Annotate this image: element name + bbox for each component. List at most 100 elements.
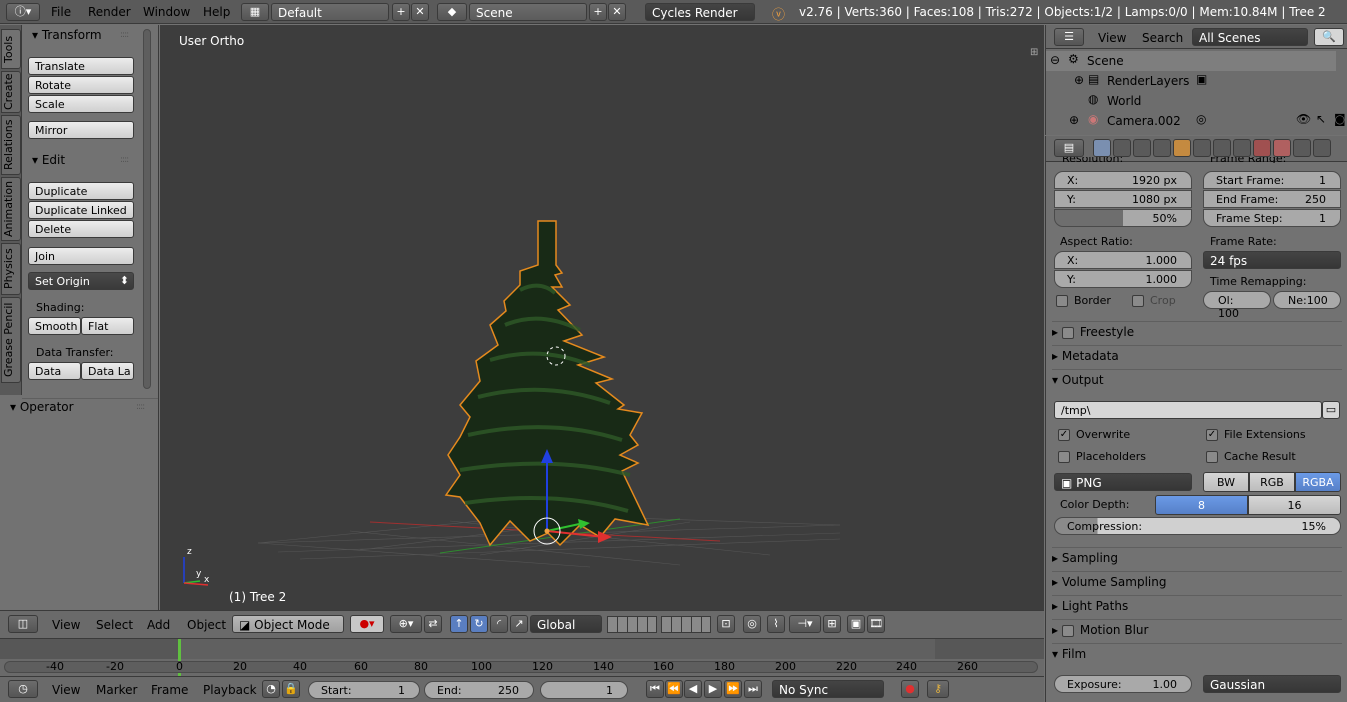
material-tab-icon[interactable] — [1253, 139, 1271, 157]
jump-keyframe-forward-icon[interactable]: ⏩ — [724, 680, 742, 698]
particles-tab-icon[interactable] — [1293, 139, 1311, 157]
data-button[interactable]: Data — [28, 362, 81, 380]
start-frame-field[interactable]: Start: 1 — [308, 681, 420, 699]
tab-create[interactable]: Create — [1, 71, 21, 113]
transform-orientation-dropdown[interactable]: Global — [530, 615, 602, 633]
grip-icon[interactable]: :::: — [120, 30, 129, 40]
resolution-percentage-slider[interactable]: 50% — [1054, 209, 1192, 227]
pixel-filter-dropdown[interactable]: Gaussian — [1203, 675, 1341, 693]
jump-start-icon[interactable]: ⏮ — [646, 680, 664, 698]
menu-file[interactable]: File — [51, 5, 71, 19]
timeline[interactable]: -40 -20 0 20 40 60 80 100 120 140 160 18… — [0, 638, 1044, 677]
color-depth-16-button[interactable]: 16 — [1248, 495, 1341, 515]
placeholders-checkbox[interactable]: Placeholders — [1058, 450, 1146, 463]
editor-type-info-icon[interactable]: ⓘ▾ — [6, 3, 40, 21]
menu-render[interactable]: Render — [88, 5, 131, 19]
crop-checkbox[interactable]: Crop — [1132, 294, 1176, 307]
transform-panel-header[interactable]: ▾ Transform — [32, 28, 102, 42]
data-tab-icon[interactable] — [1233, 139, 1251, 157]
frame-step-field[interactable]: Frame Step: 1 — [1203, 209, 1341, 227]
object-tab-icon[interactable] — [1173, 139, 1191, 157]
collapse-icon[interactable]: ⊖ — [1050, 53, 1060, 67]
manipulator-settings-icon[interactable]: ↗ — [510, 615, 528, 633]
pivot-point-icon[interactable]: ⊕▾ — [390, 615, 422, 633]
object-mode-dropdown[interactable]: ◪ Object Mode — [232, 615, 344, 633]
output-panel-header[interactable]: ▾ Output — [1052, 369, 1342, 391]
freestyle-panel-header[interactable]: ▸ Freestyle — [1052, 321, 1342, 343]
jump-end-icon[interactable]: ⏭ — [744, 680, 762, 698]
visibility-eye-icon[interactable]: 👁 — [1296, 112, 1311, 126]
modifiers-tab-icon[interactable] — [1213, 139, 1231, 157]
constraints-tab-icon[interactable] — [1193, 139, 1211, 157]
aspect-y-field[interactable]: Y: 1.000 — [1054, 270, 1192, 288]
tab-physics[interactable]: Physics — [1, 243, 21, 295]
render-layer-icon[interactable]: ▣ — [1196, 72, 1207, 86]
rotate-manipulator-icon[interactable]: ↻ — [470, 615, 488, 633]
border-checkbox[interactable]: Border — [1056, 294, 1111, 307]
overwrite-checkbox[interactable]: ✓ Overwrite — [1058, 428, 1130, 441]
add-layout-icon[interactable]: + — [392, 3, 410, 21]
color-bw-button[interactable]: BW — [1203, 472, 1249, 492]
duplicate-button[interactable]: Duplicate — [28, 182, 134, 200]
output-path-field[interactable]: /tmp\ — [1054, 401, 1322, 419]
keying-set-icon[interactable]: ⚷ — [927, 680, 949, 698]
exposure-field[interactable]: Exposure: 1.00 — [1054, 675, 1192, 693]
file-format-dropdown[interactable]: ▣ PNG — [1054, 473, 1192, 491]
physics-tab-icon[interactable] — [1313, 139, 1331, 157]
toolshelf-scrollbar[interactable] — [143, 29, 151, 389]
menu-view[interactable]: View — [1098, 31, 1126, 45]
play-icon[interactable]: ▶ — [704, 680, 722, 698]
layer-buttons-1[interactable] — [607, 616, 657, 633]
sync-mode-dropdown[interactable]: No Sync — [772, 680, 884, 698]
render-animation-icon[interactable]: 🎞 — [867, 615, 885, 633]
join-button[interactable]: Join — [28, 247, 134, 265]
proportional-edit-icon[interactable]: ◎ — [743, 615, 761, 633]
operator-panel-header[interactable]: ▾ Operator — [10, 400, 74, 414]
remove-scene-icon[interactable]: ✕ — [608, 3, 626, 21]
add-region-icon[interactable]: ⊞ — [1030, 47, 1038, 58]
color-rgba-button[interactable]: RGBA — [1295, 472, 1341, 492]
render-tab-icon[interactable] — [1093, 139, 1111, 157]
editor-type-outliner-icon[interactable]: ☰ — [1054, 28, 1084, 46]
scale-button[interactable]: Scale — [28, 95, 134, 113]
tab-grease-pencil[interactable]: Grease Pencil — [1, 297, 21, 383]
menu-add[interactable]: Add — [147, 618, 170, 632]
color-rgb-button[interactable]: RGB — [1249, 472, 1295, 492]
lock-layers-icon[interactable]: ⊡ — [717, 615, 735, 633]
resolution-y-field[interactable]: Y: 1080 px — [1054, 190, 1192, 208]
layer-buttons-2[interactable] — [661, 616, 711, 633]
world-tab-icon[interactable] — [1153, 139, 1171, 157]
scene-icon[interactable]: ◆ — [437, 3, 467, 21]
tab-animation[interactable]: Animation — [1, 177, 21, 241]
menu-object[interactable]: Object — [187, 618, 226, 632]
editor-type-timeline-icon[interactable]: ◷ — [8, 680, 38, 698]
volume-sampling-panel-header[interactable]: ▸ Volume Sampling — [1052, 571, 1342, 593]
compression-slider[interactable]: Compression: 15% — [1054, 517, 1341, 535]
menu-view[interactable]: View — [52, 618, 80, 632]
record-icon[interactable]: ● — [901, 680, 919, 698]
folder-icon[interactable]: ▭ — [1322, 401, 1340, 419]
tab-relations[interactable]: Relations — [1, 115, 21, 175]
camera-data-icon[interactable]: ◎ — [1196, 112, 1206, 126]
translate-manipulator-icon[interactable]: ↑ — [450, 615, 468, 633]
screen-layout-dropdown[interactable]: Default — [271, 3, 389, 21]
color-depth-8-button[interactable]: 8 — [1155, 495, 1248, 515]
end-frame-field[interactable]: End: 250 — [424, 681, 534, 699]
menu-help[interactable]: Help — [203, 5, 230, 19]
menu-playback[interactable]: Playback — [203, 683, 257, 697]
tab-tools[interactable]: Tools — [1, 29, 21, 69]
selectable-cursor-icon[interactable]: ↖ — [1316, 112, 1326, 126]
scene-tab-icon[interactable] — [1133, 139, 1151, 157]
delete-button[interactable]: Delete — [28, 220, 134, 238]
time-remap-new-field[interactable]: Ne:100 — [1273, 291, 1341, 309]
scale-manipulator-icon[interactable]: ◜ — [490, 615, 508, 633]
motion-blur-panel-header[interactable]: ▸ Motion Blur — [1052, 619, 1342, 641]
resolution-x-field[interactable]: X: 1920 px — [1054, 171, 1192, 189]
manipulator-toggle-icon[interactable]: ⇄ — [424, 615, 442, 633]
metadata-panel-header[interactable]: ▸ Metadata — [1052, 345, 1342, 367]
search-icon[interactable]: 🔍 — [1314, 28, 1344, 46]
end-frame-field[interactable]: End Frame: 250 — [1203, 190, 1341, 208]
edit-panel-header[interactable]: ▾ Edit — [32, 153, 65, 167]
time-remap-old-field[interactable]: Ol: 100 — [1203, 291, 1271, 320]
play-reverse-icon[interactable]: ◀ — [684, 680, 702, 698]
